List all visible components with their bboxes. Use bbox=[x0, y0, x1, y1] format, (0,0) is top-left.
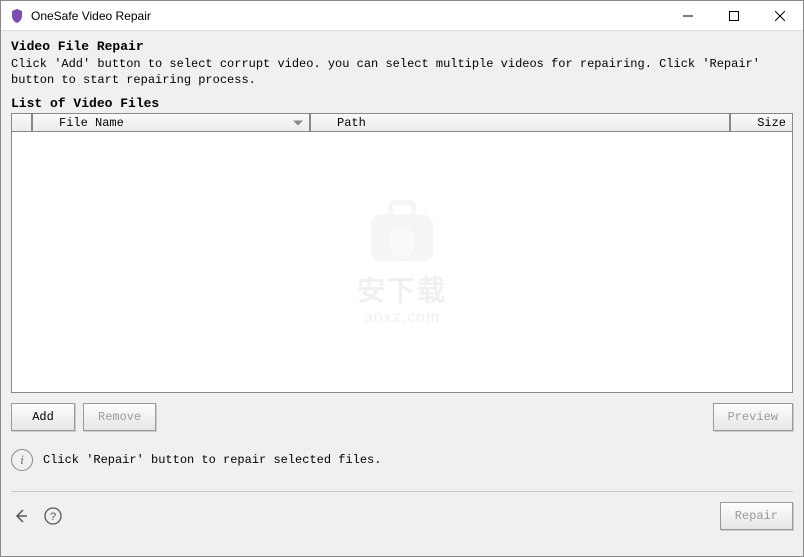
remove-button[interactable]: Remove bbox=[83, 403, 156, 431]
table-body[interactable]: 安下载 anxz.com bbox=[12, 132, 792, 392]
repair-button[interactable]: Repair bbox=[720, 502, 793, 530]
window-controls bbox=[665, 1, 803, 30]
app-icon bbox=[9, 8, 25, 24]
column-filename-label: File Name bbox=[59, 116, 124, 130]
sort-indicator-icon bbox=[293, 120, 303, 125]
preview-button[interactable]: Preview bbox=[713, 403, 793, 431]
footer-row: ? Repair bbox=[11, 502, 793, 530]
list-title: List of Video Files bbox=[11, 96, 793, 111]
column-filename[interactable]: File Name bbox=[32, 114, 310, 132]
column-path-label: Path bbox=[337, 116, 366, 130]
page-heading: Video File Repair bbox=[11, 39, 793, 54]
minimize-button[interactable] bbox=[665, 1, 711, 30]
watermark-sub: anxz.com bbox=[357, 309, 447, 327]
info-icon: i bbox=[11, 449, 33, 471]
hint-text: Click 'Repair' button to repair selected… bbox=[43, 453, 381, 467]
add-button[interactable]: Add bbox=[11, 403, 75, 431]
column-size[interactable]: Size bbox=[730, 114, 792, 132]
close-button[interactable] bbox=[757, 1, 803, 30]
watermark: 安下载 anxz.com bbox=[357, 197, 447, 327]
help-icon[interactable]: ? bbox=[43, 506, 63, 526]
file-buttons-row: Add Remove Preview bbox=[11, 403, 793, 431]
back-icon[interactable] bbox=[11, 506, 31, 526]
divider bbox=[11, 491, 793, 492]
column-size-label: Size bbox=[757, 116, 786, 130]
window-title: OneSafe Video Repair bbox=[31, 9, 665, 23]
svg-text:?: ? bbox=[50, 511, 56, 523]
hint-row: i Click 'Repair' button to repair select… bbox=[11, 449, 793, 471]
file-table: File Name Path Size 安下载 anxz bbox=[11, 113, 793, 393]
column-path[interactable]: Path bbox=[310, 114, 730, 132]
table-header: File Name Path Size bbox=[12, 114, 792, 132]
column-checkbox[interactable] bbox=[12, 114, 32, 132]
titlebar: OneSafe Video Repair bbox=[1, 1, 803, 31]
maximize-button[interactable] bbox=[711, 1, 757, 30]
watermark-text: 安下载 bbox=[357, 269, 447, 309]
main-content: Video File Repair Click 'Add' button to … bbox=[1, 31, 803, 556]
page-instructions: Click 'Add' button to select corrupt vid… bbox=[11, 56, 793, 88]
